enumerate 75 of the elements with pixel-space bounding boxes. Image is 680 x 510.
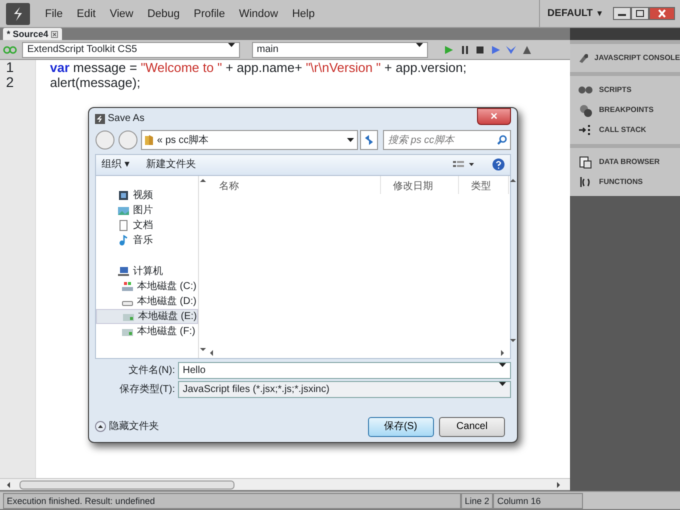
data-browser-icon <box>578 154 593 170</box>
caret-icon <box>499 362 506 366</box>
forward-button[interactable] <box>118 130 138 150</box>
code-line: alert(message); <box>50 75 142 90</box>
maximize-button[interactable] <box>630 7 648 20</box>
dialog-title: Save As <box>108 112 146 126</box>
menu-item[interactable]: Window <box>232 0 286 28</box>
column-header[interactable]: 类型 <box>458 176 509 194</box>
column-indicator: Column 16 <box>493 492 584 508</box>
view-menu-icon[interactable] <box>453 160 475 170</box>
close-button[interactable] <box>648 7 674 20</box>
column-header[interactable]: 名称 <box>206 176 381 194</box>
nav-item[interactable]: 视频 <box>96 188 198 203</box>
link-icon <box>2 46 17 54</box>
dialog-app-icon <box>95 114 105 124</box>
organize-menu[interactable]: 组织 ▾ <box>102 157 130 172</box>
menu-item[interactable]: Edit <box>70 0 103 28</box>
nav-item[interactable]: 图片 <box>96 202 198 218</box>
address-bar[interactable]: « ps cc脚本 <box>140 130 358 150</box>
collapse-icon <box>95 421 106 432</box>
nav-item[interactable]: 计算机 <box>96 264 198 279</box>
caret-icon <box>416 42 423 46</box>
pause-icon[interactable] <box>460 44 470 54</box>
dialog-button[interactable]: 保存(S) <box>368 416 434 436</box>
breakpoints-icon <box>578 102 593 118</box>
column-header[interactable]: 修改日期 <box>380 176 459 194</box>
nav-item[interactable]: 音乐 <box>96 232 198 248</box>
filename-field[interactable]: Hello <box>178 362 511 378</box>
search-icon <box>497 135 507 145</box>
status-message: Execution finished. Result: undefined <box>2 492 461 508</box>
video-icon <box>118 190 129 201</box>
dialog-button[interactable]: Cancel <box>439 416 505 436</box>
menu-item[interactable]: File <box>38 0 70 28</box>
refresh-button[interactable] <box>360 130 378 150</box>
hide-folders-toggle[interactable]: 隐藏文件夹 <box>95 419 362 434</box>
file-type-dropdown[interactable]: JavaScript files (*.jsx;*.js;*.jsxinc) <box>178 381 511 398</box>
folder-icon <box>144 134 154 146</box>
field-label: 文件名(N): <box>127 364 175 378</box>
picture-icon <box>118 204 129 216</box>
app-logo-icon <box>6 2 30 24</box>
line-indicator: Line 2 <box>460 492 494 508</box>
music-icon <box>118 234 129 246</box>
stop-icon[interactable] <box>475 44 486 54</box>
step-over-icon[interactable] <box>490 44 501 54</box>
search-field[interactable]: 搜索 ps cc脚本 <box>383 130 511 150</box>
field-label: 保存类型(T): <box>118 382 175 398</box>
step-into-icon[interactable] <box>506 44 516 54</box>
line-number: 1 <box>6 60 15 75</box>
menu-item[interactable]: Debug <box>140 0 187 28</box>
engine-dropdown[interactable]: main <box>252 42 428 58</box>
computer-icon <box>118 266 129 277</box>
code-line: var message = "Welcome to " + app.name+ "\r\nVersion " + app.version; <box>50 60 468 75</box>
nav-item[interactable]: 本地磁盘 (D:) <box>96 294 198 309</box>
nav-item[interactable]: 本地磁盘 (E:) <box>96 308 198 324</box>
caret-icon <box>228 42 236 46</box>
help-icon[interactable] <box>492 158 504 172</box>
menu-item[interactable]: View <box>102 0 140 28</box>
call-stack-icon <box>578 122 593 138</box>
caret-icon <box>346 138 354 142</box>
editor-tab[interactable]: * Source4 <box>2 28 62 40</box>
menu-item[interactable]: Profile <box>186 0 232 28</box>
caret-icon <box>499 382 506 386</box>
nav-item[interactable]: 本地磁盘 (F:) <box>96 324 198 339</box>
drive-icon <box>122 280 133 292</box>
step-out-icon[interactable] <box>522 44 532 54</box>
line-number: 2 <box>6 75 15 90</box>
nav-item[interactable]: 本地磁盘 (C:) <box>96 278 198 294</box>
target-dropdown[interactable]: ExtendScript Toolkit CS5 <box>22 42 240 58</box>
back-button[interactable] <box>95 130 115 150</box>
menu-item[interactable]: Help <box>285 0 322 28</box>
new-folder-button[interactable]: 新建文件夹 <box>146 157 436 172</box>
close-icon <box>51 30 58 38</box>
minimize-button[interactable] <box>612 7 630 20</box>
nav-item[interactable]: 文档 <box>96 218 198 233</box>
document-icon <box>118 220 129 231</box>
